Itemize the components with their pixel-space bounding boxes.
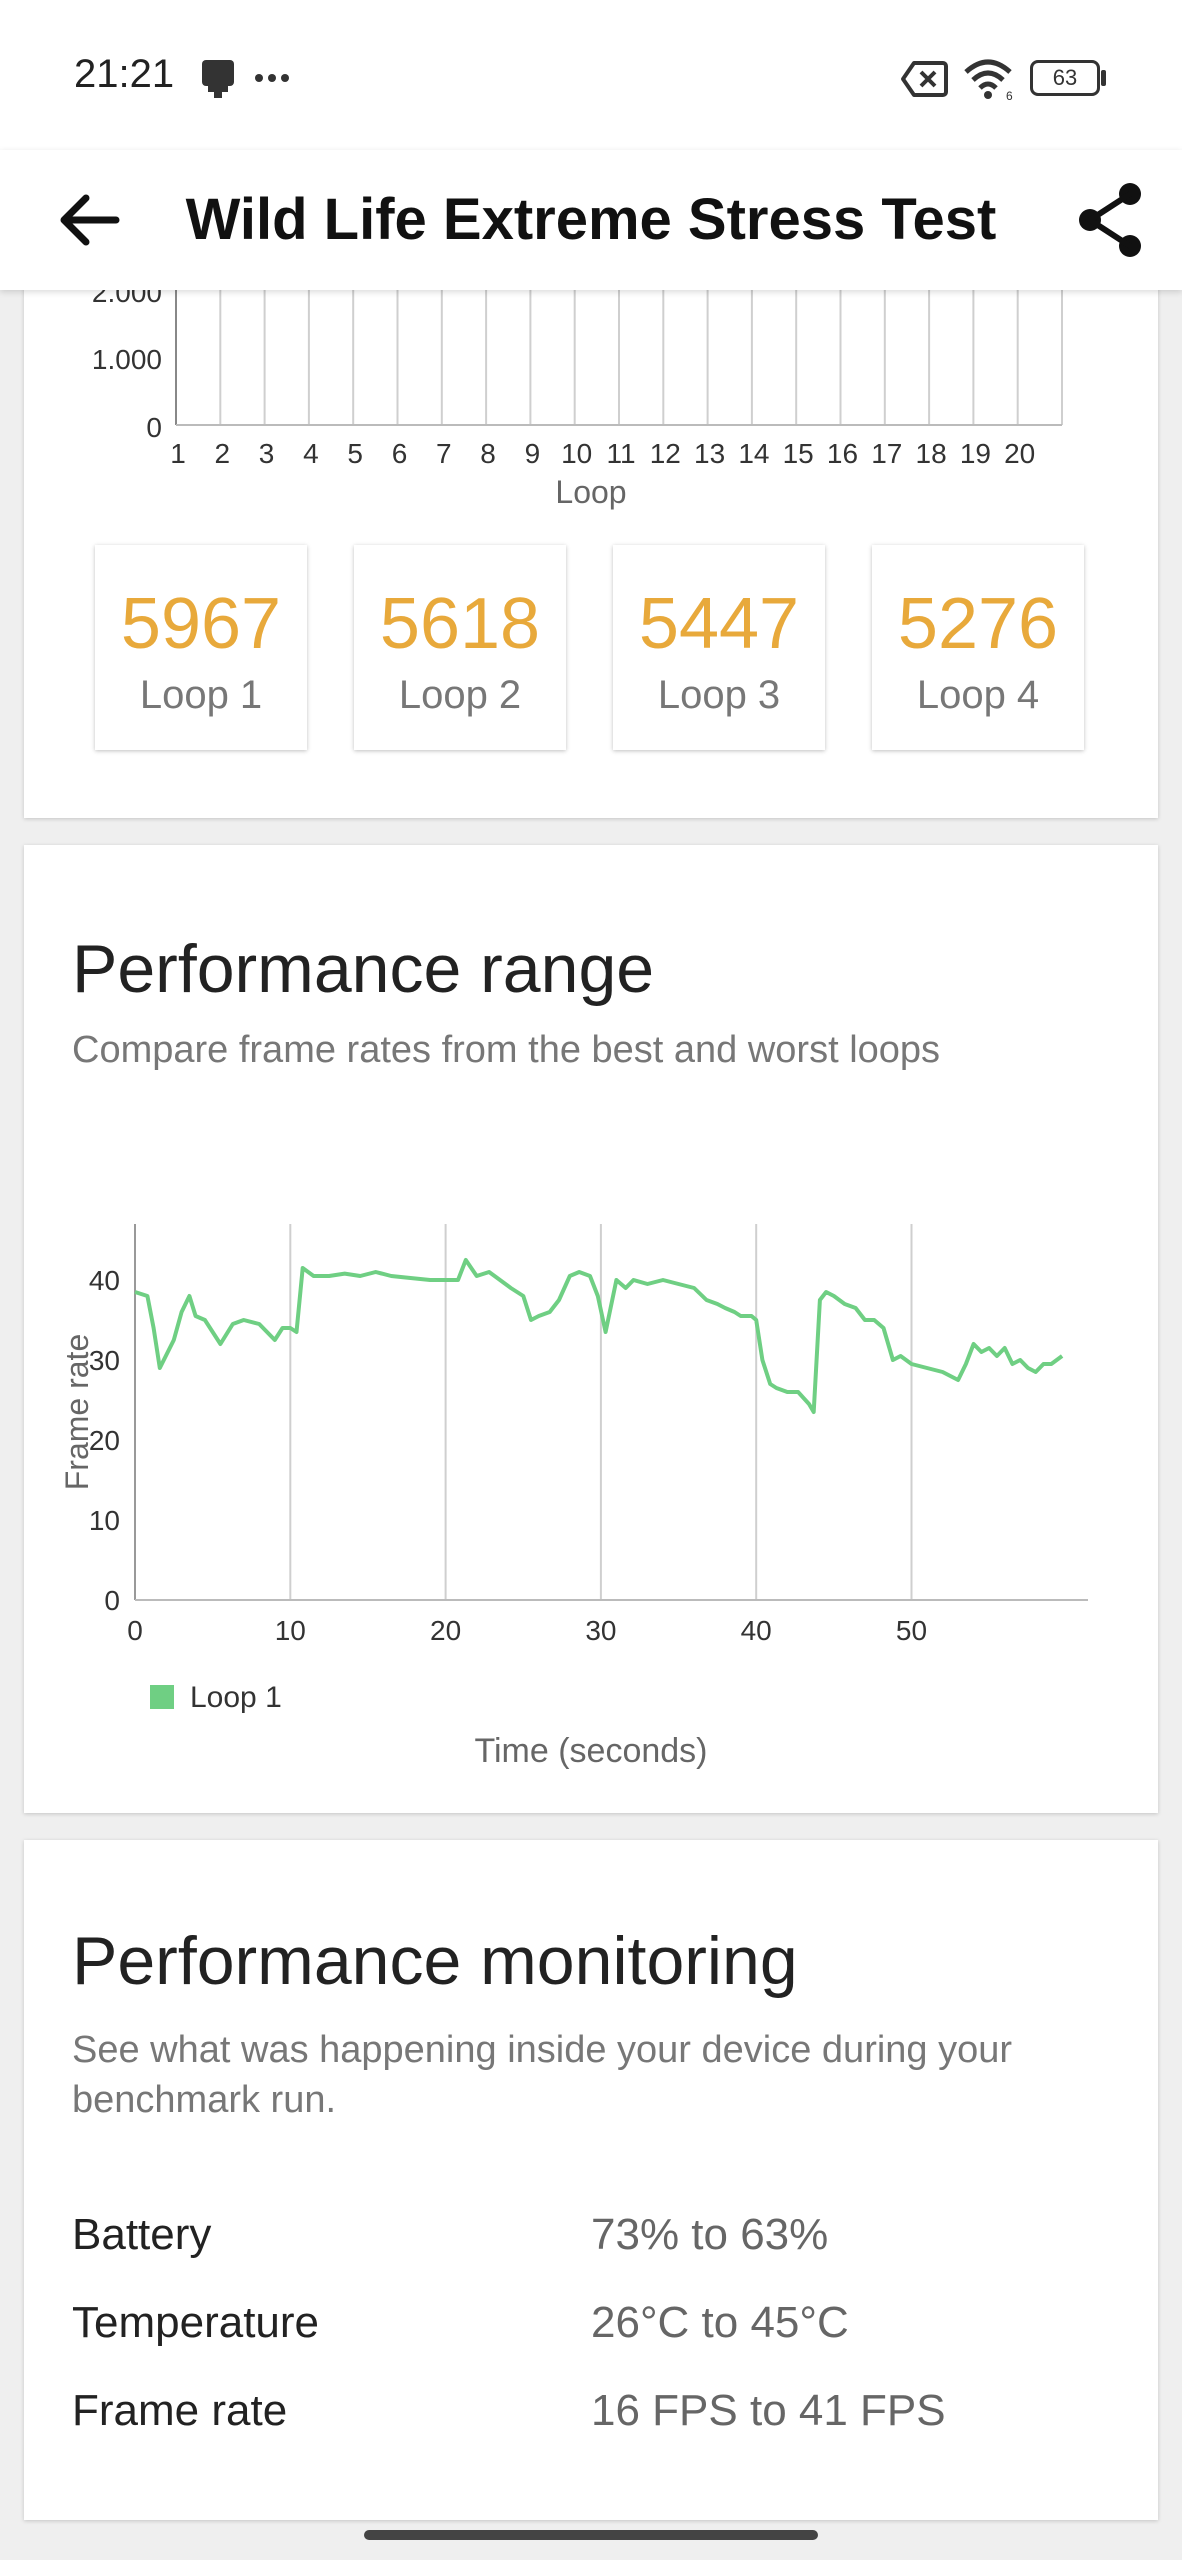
- loop-score-card: 5447 Loop 3: [613, 545, 825, 750]
- no-sim-icon: [901, 61, 948, 97]
- x-tick-label: 50: [896, 1615, 927, 1646]
- monitor-label-temperature: Temperature: [72, 2298, 320, 2347]
- back-arrow-icon: [60, 194, 120, 246]
- x-tick-label: 12: [650, 438, 681, 469]
- svg-text:6: 6: [1006, 89, 1013, 102]
- x-tick-label: 14: [738, 438, 769, 469]
- page-title: Wild Life Extreme Stress Test: [185, 187, 997, 252]
- share-icon: [1079, 183, 1141, 257]
- loop-score-label: Loop 1: [139, 673, 263, 717]
- section-title: Performance range: [72, 931, 655, 1007]
- y-tick-label: 0: [104, 1585, 120, 1616]
- x-tick-label: 3: [259, 438, 275, 469]
- x-tick-label: 9: [525, 438, 541, 469]
- x-tick-label: 4: [303, 438, 319, 469]
- legend-swatch: [150, 1685, 174, 1709]
- status-time: 21:21: [74, 52, 175, 96]
- app-bar: Wild Life Extreme Stress Test: [0, 150, 1182, 290]
- loop-score-label: Loop 3: [657, 673, 781, 717]
- battery-level: 63: [1052, 65, 1078, 90]
- notification-icon: [202, 60, 234, 98]
- x-tick-label: 18: [916, 438, 947, 469]
- home-indicator[interactable]: [364, 2530, 818, 2540]
- series-line-loop-1: [134, 1258, 1064, 1414]
- loop-score-card: 5618 Loop 2: [354, 545, 566, 750]
- x-tick-label: 30: [585, 1615, 616, 1646]
- loop-score-value: 5967: [120, 584, 282, 664]
- x-tick-label: 19: [960, 438, 991, 469]
- loop-score-value: 5447: [638, 584, 800, 664]
- monitor-label-battery: Battery: [72, 2210, 212, 2259]
- x-tick-label: 20: [1004, 438, 1035, 469]
- legend-label: Loop 1: [190, 1681, 282, 1714]
- x-tick-label: 10: [561, 438, 592, 469]
- battery-icon: 63: [1030, 60, 1100, 96]
- y-tick-label: 40: [89, 1265, 120, 1296]
- y-axis-title: Frame rate: [59, 1334, 95, 1490]
- y-tick-label: 1.000: [92, 344, 162, 375]
- monitor-label-frame-rate: Frame rate: [72, 2386, 288, 2435]
- x-axis-title: Time (seconds): [474, 1732, 707, 1770]
- x-tick-label: 20: [430, 1615, 461, 1646]
- battery-tip: [1101, 70, 1106, 86]
- y-tick-label: 0: [146, 412, 162, 443]
- share-button[interactable]: [1060, 170, 1160, 270]
- monitor-value-temperature: 26°C to 45°C: [591, 2298, 849, 2347]
- x-tick-label: 11: [606, 438, 635, 469]
- x-tick-label: 13: [694, 438, 725, 469]
- loop-score-card: 5967 Loop 1: [95, 545, 307, 750]
- performance-monitoring-card: Performance monitoring See what was happ…: [24, 1840, 1158, 2520]
- x-tick-label: 5: [347, 438, 363, 469]
- x-tick-label: 15: [783, 438, 814, 469]
- section-subtitle: See what was happening inside your devic…: [72, 2029, 1013, 2121]
- x-tick-label: 40: [741, 1615, 772, 1646]
- status-bar: 21:21 6 63: [0, 0, 1182, 150]
- x-tick-label: 7: [436, 438, 452, 469]
- x-tick-label: 6: [392, 438, 408, 469]
- x-tick-label: 8: [480, 438, 496, 469]
- loop-score-label: Loop 2: [398, 673, 522, 717]
- x-tick-label: 16: [827, 438, 858, 469]
- x-tick-label: 1: [170, 438, 186, 469]
- back-button[interactable]: [40, 170, 140, 270]
- x-tick-label: 0: [127, 1615, 143, 1646]
- section-title: Performance monitoring: [72, 1923, 798, 1999]
- more-dots-icon: [255, 74, 289, 82]
- loop-score-value: 5276: [897, 584, 1059, 664]
- x-axis-title: Loop: [555, 474, 626, 510]
- loop-score-card: 5276 Loop 4: [872, 545, 1084, 750]
- loop-scores-card: 2.000 1.000 0 1 2 3 4 5 6 7 8 9 10 11 12 13 14 15 16 17 18 19…: [24, 240, 1158, 818]
- y-tick-label: 10: [89, 1505, 120, 1536]
- monitor-value-frame-rate: 16 FPS to 41 FPS: [591, 2386, 946, 2435]
- loop-score-label: Loop 4: [916, 673, 1040, 717]
- performance-range-card: Performance range Compare frame rates fr…: [24, 845, 1158, 1813]
- frame-rate-line-chart: 0 10 20 30 40 50010203040Frame rateLoop 1Time…: [59, 1224, 1088, 1770]
- x-tick-label: 17: [871, 438, 902, 469]
- x-tick-label: 10: [275, 1615, 306, 1646]
- x-tick-label: 2: [215, 438, 231, 469]
- monitor-value-battery: 73% to 63%: [591, 2210, 829, 2259]
- loop-score-value: 5618: [379, 584, 541, 664]
- wifi-icon: 6: [964, 59, 1013, 102]
